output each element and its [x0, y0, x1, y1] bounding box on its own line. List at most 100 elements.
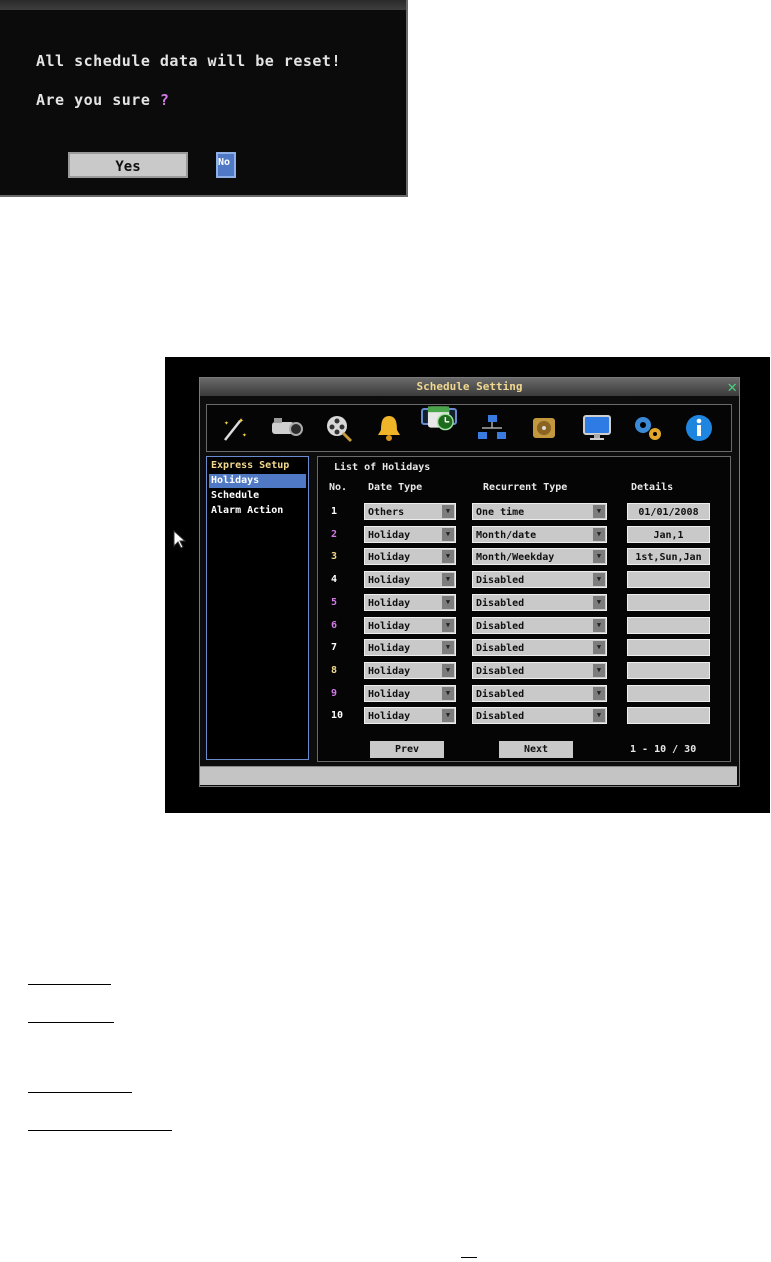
date-type-select[interactable]: Holiday ▼: [364, 548, 456, 566]
underline-3: [28, 1092, 132, 1093]
dropdown-arrow-icon[interactable]: ▼: [593, 595, 605, 609]
date-type-select[interactable]: Holiday ▼: [364, 707, 456, 725]
camera-icon[interactable]: [269, 410, 305, 446]
date-type-select[interactable]: Holiday ▼: [364, 661, 456, 679]
dropdown-arrow-icon[interactable]: ▼: [593, 550, 605, 564]
date-type-value: Holiday: [368, 552, 411, 564]
magic-wand-icon[interactable]: ✦ ✦ ✦: [217, 410, 253, 446]
dropdown-arrow-icon[interactable]: ▼: [442, 550, 454, 564]
dropdown-arrow-icon[interactable]: ▼: [593, 641, 605, 655]
info-icon[interactable]: [681, 410, 717, 446]
table-row: 2 Holiday ▼ Month/date ▼ Jan,1: [318, 525, 730, 544]
details-field[interactable]: Jan,1: [627, 525, 710, 543]
date-type-value: Holiday: [368, 665, 411, 677]
dialog-message: All schedule data will be reset!: [36, 52, 341, 70]
no-button[interactable]: No: [216, 152, 236, 178]
recurrent-type-select[interactable]: Disabled ▼: [472, 707, 607, 725]
dropdown-arrow-icon[interactable]: ▼: [593, 663, 605, 677]
table-row: 4 Holiday ▼ Disabled ▼: [318, 571, 730, 589]
recurrent-type-select[interactable]: Month/Weekday ▼: [472, 548, 607, 566]
details-field[interactable]: [627, 707, 710, 725]
recurrent-type-select[interactable]: Disabled ▼: [472, 684, 607, 702]
window-titlebar: Schedule Setting ✕: [200, 378, 739, 396]
recurrent-type-select[interactable]: Disabled ▼: [472, 639, 607, 657]
details-field[interactable]: [627, 616, 710, 634]
monitor-icon[interactable]: [579, 410, 615, 446]
dropdown-arrow-icon[interactable]: ▼: [593, 686, 605, 700]
panel-title: List of Holidays: [334, 462, 431, 473]
table-row: 1 Others ▼ One time ▼ 01/01/2008: [318, 503, 730, 521]
hard-disk-icon[interactable]: [527, 410, 563, 446]
dropdown-arrow-icon[interactable]: ▼: [442, 663, 454, 677]
sidebar-item-holidays[interactable]: Holidays: [209, 474, 306, 488]
dropdown-arrow-icon[interactable]: ▼: [442, 618, 454, 632]
date-type-select[interactable]: Holiday ▼: [364, 593, 456, 611]
recurrent-type-select[interactable]: Month/date ▼: [472, 525, 607, 543]
row-number: 4: [331, 574, 338, 586]
date-type-value: Holiday: [368, 597, 411, 609]
date-type-value: Holiday: [368, 711, 411, 723]
date-type-value: Others: [368, 507, 405, 518]
details-field[interactable]: [627, 661, 710, 679]
details-field[interactable]: [627, 593, 710, 611]
prev-button[interactable]: Prev: [370, 741, 444, 758]
table-row: 5 Holiday ▼ Disabled ▼: [318, 593, 730, 612]
details-field[interactable]: [627, 639, 710, 657]
details-field[interactable]: 1st,Sun,Jan: [627, 548, 710, 566]
details-field[interactable]: [627, 571, 710, 589]
recurrent-type-value: Disabled: [476, 620, 525, 632]
dropdown-arrow-icon[interactable]: ▼: [593, 618, 605, 632]
date-type-select[interactable]: Others ▼: [364, 503, 456, 520]
dropdown-arrow-icon[interactable]: ▼: [442, 709, 454, 723]
row-number: 3: [331, 551, 338, 563]
sidebar-item-schedule[interactable]: Schedule: [209, 489, 306, 503]
date-type-select[interactable]: Holiday ▼: [364, 525, 456, 543]
dropdown-arrow-icon[interactable]: ▼: [593, 573, 605, 587]
row-number: 2: [331, 528, 338, 540]
dropdown-arrow-icon[interactable]: ▼: [442, 505, 454, 518]
dropdown-arrow-icon[interactable]: ▼: [442, 641, 454, 655]
close-icon[interactable]: ✕: [727, 378, 737, 396]
dropdown-arrow-icon[interactable]: ▼: [442, 686, 454, 700]
film-reel-icon[interactable]: [320, 410, 356, 446]
schedule-clock-icon[interactable]: [421, 405, 457, 430]
details-field[interactable]: 01/01/2008: [627, 503, 710, 520]
details-field[interactable]: [627, 684, 710, 702]
recurrent-type-select[interactable]: Disabled ▼: [472, 593, 607, 611]
row-number: 6: [331, 619, 338, 631]
dropdown-arrow-icon[interactable]: ▼: [593, 505, 605, 518]
dialog-question: Are you sure ?: [36, 91, 169, 109]
date-type-select[interactable]: Holiday ▼: [364, 571, 456, 589]
bell-icon[interactable]: [371, 410, 407, 446]
recurrent-type-select[interactable]: One time ▼: [472, 503, 607, 520]
page-mark: [461, 1257, 477, 1258]
header-recurrent-type: Recurrent Type: [483, 482, 568, 493]
date-type-value: Holiday: [368, 529, 411, 541]
recurrent-type-select[interactable]: Disabled ▼: [472, 616, 607, 634]
sidebar-item-express-setup[interactable]: Express Setup: [209, 459, 306, 473]
network-icon[interactable]: [474, 410, 510, 446]
sidebar-item-alarm-action[interactable]: Alarm Action: [209, 504, 306, 518]
date-type-select[interactable]: Holiday ▼: [364, 616, 456, 634]
header-details: Details: [631, 482, 674, 493]
dropdown-arrow-icon[interactable]: ▼: [442, 573, 454, 587]
date-type-value: Holiday: [368, 575, 411, 587]
next-button[interactable]: Next: [499, 741, 573, 758]
dropdown-arrow-icon[interactable]: ▼: [442, 595, 454, 609]
dropdown-arrow-icon[interactable]: ▼: [442, 527, 454, 541]
svg-text:✦: ✦: [242, 430, 247, 439]
schedule-setting-window: Schedule Setting ✕ ✦ ✦ ✦ Express Setup H…: [199, 377, 740, 787]
schedule-setting-screen: Schedule Setting ✕ ✦ ✦ ✦ Express Setup H…: [165, 357, 770, 813]
date-type-select[interactable]: Holiday ▼: [364, 684, 456, 702]
dropdown-arrow-icon[interactable]: ▼: [593, 709, 605, 723]
sidebar: Express Setup Holidays Schedule Alarm Ac…: [206, 456, 309, 760]
dropdown-arrow-icon[interactable]: ▼: [593, 527, 605, 541]
date-type-select[interactable]: Holiday ▼: [364, 639, 456, 657]
date-type-value: Holiday: [368, 688, 411, 700]
gears-icon[interactable]: [630, 410, 666, 446]
status-bar: [200, 766, 737, 785]
recurrent-type-select[interactable]: Disabled ▼: [472, 661, 607, 679]
header-date-type: Date Type: [368, 482, 423, 493]
recurrent-type-select[interactable]: Disabled ▼: [472, 571, 607, 589]
yes-button[interactable]: Yes: [68, 152, 188, 178]
